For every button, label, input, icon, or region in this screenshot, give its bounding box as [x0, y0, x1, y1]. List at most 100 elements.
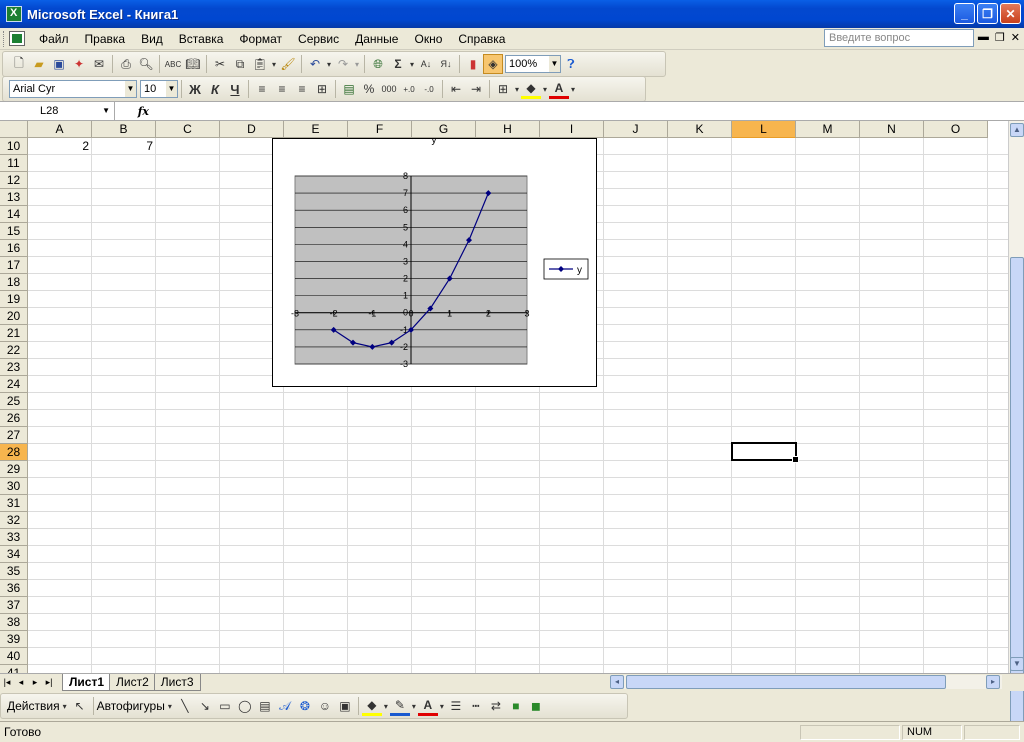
menu-help[interactable]: Справка — [450, 32, 513, 46]
row-header-30[interactable]: 30 — [0, 478, 28, 495]
borders-dropdown-icon[interactable]: ▾ — [513, 79, 521, 99]
row-header-32[interactable]: 32 — [0, 512, 28, 529]
menu-view[interactable]: Вид — [133, 32, 171, 46]
column-header-k[interactable]: K — [668, 121, 732, 138]
line-icon[interactable]: ╲ — [175, 696, 195, 716]
textbox-icon[interactable]: ▤ — [255, 696, 275, 716]
line-color-icon[interactable]: ✎ — [389, 696, 410, 716]
menu-tools[interactable]: Сервис — [290, 32, 347, 46]
doc-restore-button[interactable]: ❐ — [995, 31, 1005, 44]
row-header-24[interactable]: 24 — [0, 376, 28, 393]
thousands-button[interactable]: 000 — [379, 79, 399, 99]
column-header-m[interactable]: M — [796, 121, 860, 138]
row-header-15[interactable]: 15 — [0, 223, 28, 240]
oval-icon[interactable]: ◯ — [235, 696, 255, 716]
undo-icon[interactable]: ↶ — [305, 54, 325, 74]
rectangle-icon[interactable]: ▭ — [215, 696, 235, 716]
fill-color-draw-icon[interactable]: ◆ — [361, 696, 382, 716]
row-header-36[interactable]: 36 — [0, 580, 28, 597]
row-header-20[interactable]: 20 — [0, 308, 28, 325]
column-header-f[interactable]: F — [348, 121, 412, 138]
menu-insert[interactable]: Вставка — [171, 32, 232, 46]
wordart-icon[interactable]: 𝒜 — [275, 696, 295, 716]
row-header-13[interactable]: 13 — [0, 189, 28, 206]
doc-minimize-button[interactable]: ▬ — [978, 31, 989, 44]
row-header-14[interactable]: 14 — [0, 206, 28, 223]
row-header-31[interactable]: 31 — [0, 495, 28, 512]
column-header-b[interactable]: B — [92, 121, 156, 138]
column-header-h[interactable]: H — [476, 121, 540, 138]
zoom-dropdown-icon[interactable]: ▼ — [549, 56, 560, 72]
row-header-23[interactable]: 23 — [0, 359, 28, 376]
menu-format[interactable]: Формат — [231, 32, 290, 46]
font-color-draw-icon[interactable]: A — [417, 696, 438, 716]
autoshapes-dropdown-icon[interactable]: ▾ — [165, 696, 175, 716]
research-icon[interactable]: 📖︎ — [183, 54, 203, 74]
autosum-icon[interactable]: Σ — [388, 54, 408, 74]
open-icon[interactable]: ▰ — [29, 54, 49, 74]
3d-style-icon[interactable]: ◼ — [526, 696, 546, 716]
horizontal-scroll-thumb[interactable] — [626, 675, 946, 689]
bold-button[interactable]: Ж — [185, 79, 205, 99]
font-color-draw-dropdown-icon[interactable]: ▾ — [438, 696, 446, 716]
sheet-tab-2[interactable]: Лист2 — [109, 674, 156, 691]
column-header-a[interactable]: A — [28, 121, 92, 138]
percent-button[interactable]: % — [359, 79, 379, 99]
menu-window[interactable]: Окно — [406, 32, 450, 46]
row-header-40[interactable]: 40 — [0, 648, 28, 665]
chart-object[interactable]: -3-2-10123-3-2-1012345678yy — [272, 135, 597, 387]
row-header-37[interactable]: 37 — [0, 597, 28, 614]
arrow-style-icon[interactable]: ⇄ — [486, 696, 506, 716]
vertical-scrollbar[interactable]: ▲ ▼ — [1008, 121, 1024, 742]
paste-dropdown-icon[interactable]: ▾ — [270, 54, 278, 74]
scroll-down-icon[interactable]: ▼ — [1010, 657, 1024, 671]
merge-center-icon[interactable]: ⊞ — [312, 79, 332, 99]
column-header-d[interactable]: D — [220, 121, 284, 138]
scroll-left-icon[interactable]: ◂ — [610, 675, 624, 689]
align-left-icon[interactable]: ≡ — [252, 79, 272, 99]
horizontal-scrollbar[interactable]: ◂ ▸ — [610, 675, 1002, 689]
font-color-icon[interactable]: A — [549, 79, 569, 99]
row-header-41[interactable]: 41 — [0, 665, 28, 673]
column-header-j[interactable]: J — [604, 121, 668, 138]
select-objects-icon[interactable]: ↖ — [70, 696, 90, 716]
redo-dropdown-icon[interactable]: ▾ — [353, 54, 361, 74]
new-icon[interactable]: 🗋 — [9, 54, 29, 74]
column-header-i[interactable]: I — [540, 121, 604, 138]
cell-b10[interactable]: 7 — [92, 138, 156, 155]
row-header-25[interactable]: 25 — [0, 393, 28, 410]
row-header-18[interactable]: 18 — [0, 274, 28, 291]
row-header-28[interactable]: 28 — [0, 444, 28, 461]
align-center-icon[interactable]: ≡ — [272, 79, 292, 99]
increase-decimal-icon[interactable]: +.0 — [399, 79, 419, 99]
chart-wizard-icon[interactable]: ▮ — [463, 54, 483, 74]
italic-button[interactable]: К — [205, 79, 225, 99]
active-cell-l28[interactable] — [731, 442, 799, 463]
sort-descending-icon[interactable]: Я↓ — [436, 54, 456, 74]
row-header-26[interactable]: 26 — [0, 410, 28, 427]
zoom-combo[interactable]: 100% ▼ — [505, 55, 561, 73]
fill-color-dropdown-icon[interactable]: ▾ — [541, 79, 549, 99]
spelling-icon[interactable]: ABC — [163, 54, 183, 74]
arrow-icon[interactable]: ↘ — [195, 696, 215, 716]
menu-file[interactable]: Файл — [31, 32, 77, 46]
actions-menu[interactable]: Действия — [7, 699, 60, 713]
name-box[interactable]: L28 ▼ — [0, 102, 115, 120]
doc-close-button[interactable]: ✕ — [1011, 31, 1020, 44]
column-header-n[interactable]: N — [860, 121, 924, 138]
close-button[interactable]: ✕ — [1000, 3, 1021, 24]
row-header-19[interactable]: 19 — [0, 291, 28, 308]
name-box-dropdown-icon[interactable]: ▼ — [102, 102, 110, 120]
font-size-combo[interactable]: 10 ▼ — [140, 80, 178, 98]
autosum-dropdown-icon[interactable]: ▾ — [408, 54, 416, 74]
scroll-right-icon[interactable]: ▸ — [986, 675, 1000, 689]
fill-color-draw-dropdown-icon[interactable]: ▾ — [382, 696, 390, 716]
formula-input[interactable] — [155, 102, 1024, 120]
insert-function-icon[interactable]: fx — [115, 105, 155, 118]
redo-icon[interactable]: ↷ — [333, 54, 353, 74]
first-sheet-icon[interactable]: |◂ — [0, 677, 14, 688]
dash-style-icon[interactable]: ┅ — [466, 696, 486, 716]
menu-grip[interactable] — [3, 30, 6, 47]
undo-dropdown-icon[interactable]: ▾ — [325, 54, 333, 74]
autoshapes-menu[interactable]: Автофигуры — [97, 699, 165, 713]
